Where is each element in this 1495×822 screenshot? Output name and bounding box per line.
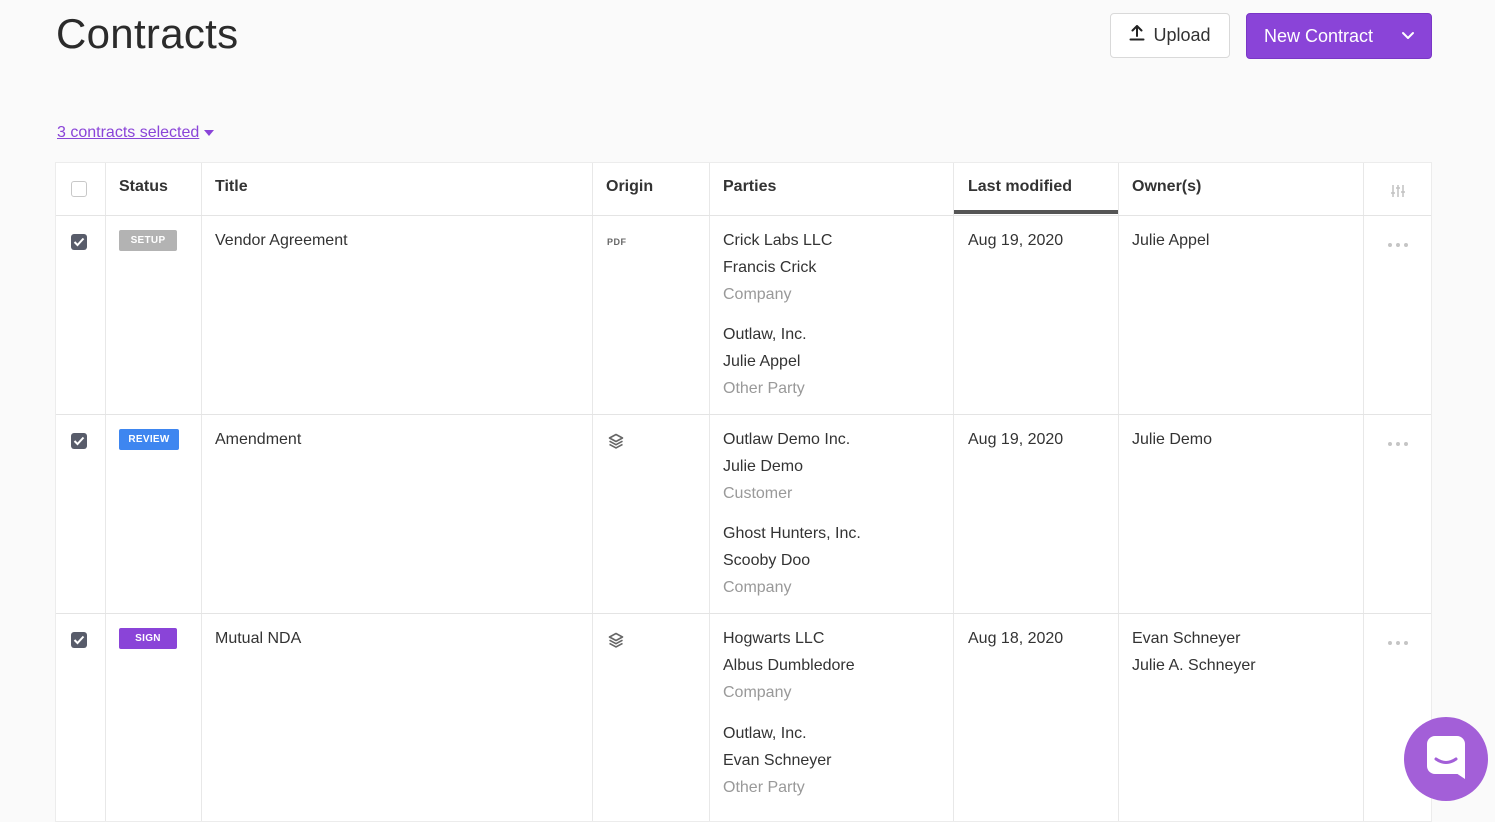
page-title: Contracts bbox=[56, 10, 239, 57]
row-divider bbox=[56, 414, 1431, 415]
layers-icon bbox=[608, 433, 624, 454]
party-org: Hogwarts LLC bbox=[723, 630, 825, 647]
row-actions-icon[interactable] bbox=[1388, 641, 1408, 645]
selection-dropdown[interactable]: 3 contracts selected bbox=[57, 124, 215, 142]
contract-title[interactable]: Amendment bbox=[215, 431, 301, 449]
status-badge: SETUP bbox=[119, 230, 177, 251]
chat-launcher-button[interactable] bbox=[1404, 717, 1488, 801]
column-divider bbox=[1118, 163, 1119, 821]
upload-label: Upload bbox=[1153, 25, 1211, 45]
party-person: Julie Demo bbox=[723, 458, 804, 475]
selection-label: 3 contracts selected bbox=[57, 124, 200, 141]
column-header-owners[interactable]: Owner(s) bbox=[1132, 178, 1201, 196]
column-header-last-modified[interactable]: Last modified bbox=[968, 178, 1072, 196]
column-header-title[interactable]: Title bbox=[215, 178, 248, 196]
party-role: Company bbox=[723, 579, 792, 596]
layers-icon bbox=[608, 632, 624, 653]
select-all-checkbox[interactable] bbox=[71, 181, 87, 197]
caret-down-icon bbox=[204, 129, 215, 136]
column-divider bbox=[201, 163, 202, 821]
contracts-table: Status Title Origin Parties Last modifie… bbox=[55, 162, 1432, 822]
last-modified: Aug 19, 2020 bbox=[968, 232, 1064, 249]
owner-name: Julie Appel bbox=[1132, 232, 1210, 249]
status-badge: REVIEW bbox=[119, 429, 179, 450]
column-header-parties[interactable]: Parties bbox=[723, 178, 776, 196]
party-person: Evan Schneyer bbox=[723, 752, 832, 769]
column-divider bbox=[592, 163, 593, 821]
new-contract-button[interactable]: New Contract bbox=[1246, 13, 1432, 59]
party-org: Ghost Hunters, Inc. bbox=[723, 525, 861, 542]
new-contract-label: New Contract bbox=[1264, 25, 1374, 46]
party-person: Scooby Doo bbox=[723, 552, 811, 569]
row-actions-icon[interactable] bbox=[1388, 243, 1408, 247]
column-header-status[interactable]: Status bbox=[119, 178, 168, 196]
row-actions-icon[interactable] bbox=[1388, 442, 1408, 446]
party-person: Albus Dumbledore bbox=[723, 657, 855, 674]
status-badge: SIGN bbox=[119, 628, 177, 649]
contract-title[interactable]: Vendor Agreement bbox=[215, 232, 348, 250]
upload-icon bbox=[1129, 25, 1145, 46]
row-checkbox[interactable] bbox=[71, 433, 87, 449]
column-divider bbox=[953, 163, 954, 821]
party-role: Customer bbox=[723, 485, 793, 502]
party-person: Francis Crick bbox=[723, 259, 817, 276]
owner-name: Evan Schneyer bbox=[1132, 630, 1241, 647]
party-person: Julie Appel bbox=[723, 353, 801, 370]
column-divider bbox=[709, 163, 710, 821]
last-modified: Aug 19, 2020 bbox=[968, 431, 1064, 448]
column-divider bbox=[105, 163, 106, 821]
column-settings-icon[interactable] bbox=[1391, 184, 1405, 203]
last-modified: Aug 18, 2020 bbox=[968, 630, 1064, 647]
row-checkbox[interactable] bbox=[71, 632, 87, 648]
upload-button[interactable]: Upload bbox=[1110, 13, 1230, 58]
party-role: Company bbox=[723, 286, 792, 303]
party-role: Company bbox=[723, 684, 792, 701]
sort-indicator bbox=[954, 210, 1118, 214]
party-org: Outlaw, Inc. bbox=[723, 326, 807, 343]
party-org: Outlaw, Inc. bbox=[723, 725, 807, 742]
owner-name: Julie A. Schneyer bbox=[1132, 657, 1256, 674]
row-checkbox[interactable] bbox=[71, 234, 87, 250]
party-org: Crick Labs LLC bbox=[723, 232, 833, 249]
chevron-down-icon[interactable] bbox=[1401, 27, 1415, 50]
header-divider bbox=[56, 215, 1431, 216]
column-divider bbox=[1363, 163, 1364, 821]
party-role: Other Party bbox=[723, 380, 805, 397]
contract-title[interactable]: Mutual NDA bbox=[215, 630, 301, 648]
party-org: Outlaw Demo Inc. bbox=[723, 431, 851, 448]
owner-name: Julie Demo bbox=[1132, 431, 1213, 448]
pdf-icon: PDF bbox=[607, 237, 627, 247]
column-header-origin[interactable]: Origin bbox=[606, 178, 653, 196]
party-role: Other Party bbox=[723, 779, 805, 796]
row-divider bbox=[56, 613, 1431, 614]
